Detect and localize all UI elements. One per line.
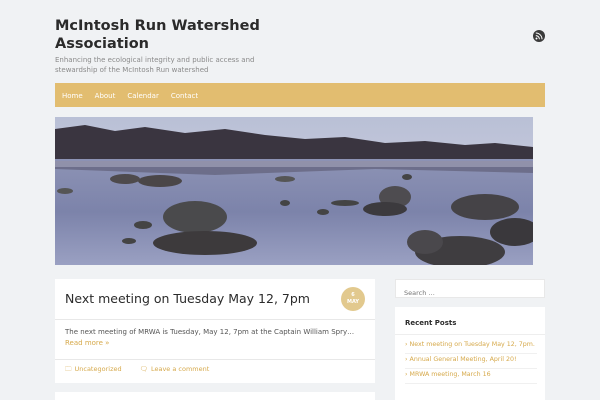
recent-post-item[interactable]: Next meeting on Tuesday May 12, 7pm. [405, 339, 537, 354]
divider [55, 319, 375, 320]
post-title[interactable]: Next meeting on Tuesday May 12, 7pm [65, 291, 310, 306]
search-input[interactable] [396, 283, 541, 303]
site-header: McIntosh Run Watershed Association Enhan… [55, 17, 355, 75]
folder-icon: 🗀 [65, 365, 72, 373]
next-post-card [55, 392, 375, 400]
nav-item-about[interactable]: About [89, 84, 122, 108]
site-tagline: Enhancing the ecological integrity and p… [55, 56, 255, 74]
main-nav: Home About Calendar Contact [55, 83, 545, 107]
comment-icon: 🗨 [139, 365, 148, 373]
comment-link[interactable]: 🗨 Leave a comment [140, 365, 218, 373]
widget-title: Recent Posts [405, 319, 457, 327]
recent-posts-list: Next meeting on Tuesday May 12, 7pm. Ann… [405, 339, 537, 384]
divider [55, 359, 375, 360]
recent-post-item[interactable]: MRWA meeting, March 16 [405, 369, 537, 384]
post-meta: 🗀 Uncategorized 🗨 Leave a comment [65, 365, 225, 376]
excerpt-text: The next meeting of MRWA is Tuesday, May… [65, 328, 355, 336]
header-image [55, 117, 533, 265]
nav-item-contact[interactable]: Contact [165, 84, 204, 108]
recent-post-item[interactable]: Annual General Meeting, April 20! [405, 354, 537, 369]
rss-icon[interactable] [533, 30, 545, 42]
category-label: Uncategorized [74, 365, 122, 373]
post-card: Next meeting on Tuesday May 12, 7pm 6 MA… [55, 279, 375, 383]
recent-posts-widget: Recent Posts Next meeting on Tuesday May… [395, 307, 545, 400]
comment-label: Leave a comment [150, 365, 210, 373]
nav-item-calendar[interactable]: Calendar [121, 84, 164, 108]
search-widget [395, 279, 545, 303]
site-title[interactable]: McIntosh Run Watershed Association [55, 17, 355, 53]
nav-item-home[interactable]: Home [55, 84, 89, 108]
post-excerpt: The next meeting of MRWA is Tuesday, May… [65, 327, 365, 349]
date-badge: 6 MAY [341, 287, 365, 311]
category-link[interactable]: 🗀 Uncategorized [65, 365, 130, 373]
date-month: MAY [347, 299, 359, 305]
read-more-link[interactable]: Read more » [65, 338, 365, 349]
divider [395, 334, 545, 335]
date-day: 6 [351, 292, 355, 298]
